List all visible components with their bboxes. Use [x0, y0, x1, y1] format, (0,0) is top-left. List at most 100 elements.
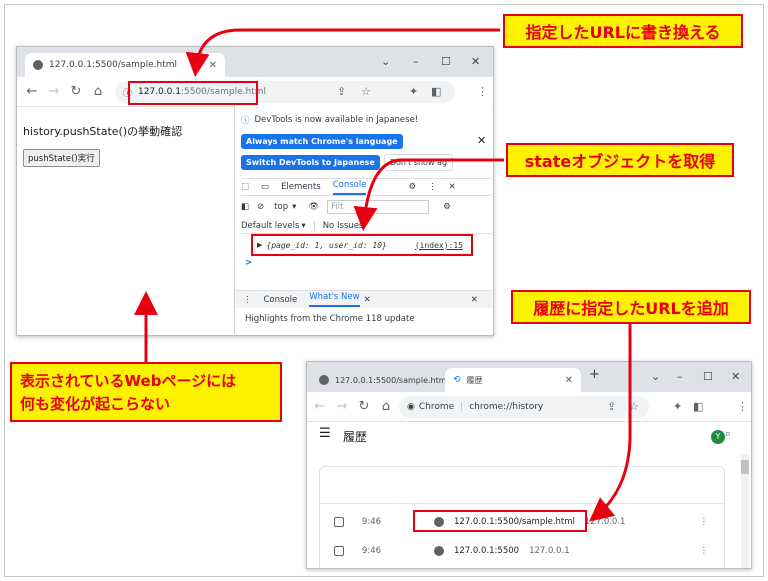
- info-icon: ⓘ: [241, 116, 250, 126]
- home-icon[interactable]: ⌂: [375, 399, 397, 414]
- history-card-header: [319, 503, 725, 504]
- devtools-info-bar: ⓘ DevTools is now available in Japanese!: [241, 114, 492, 126]
- inspect-icon[interactable]: ⬚: [241, 182, 249, 192]
- callout-no-change: 表示されているWebページには 何も変化が起こらない: [10, 362, 282, 422]
- scrollbar-thumb[interactable]: [741, 460, 749, 474]
- maximize-icon[interactable]: ☐: [441, 55, 451, 68]
- chevron-down-icon[interactable]: ▾: [292, 202, 296, 212]
- star-icon[interactable]: ☆: [629, 400, 639, 413]
- match-language-button[interactable]: Always match Chrome's language: [241, 134, 403, 149]
- drawer-menu-icon[interactable]: ⋮: [243, 295, 252, 305]
- close-window-icon[interactable]: ✕: [731, 370, 740, 383]
- omni-label: Chrome: [418, 402, 455, 412]
- maximize-icon[interactable]: ☐: [703, 370, 713, 383]
- console-prompt[interactable]: >: [245, 258, 492, 268]
- page-heading: history.pushState()の挙動確認: [23, 125, 183, 138]
- tab-strip: 127.0.0.1:5500/sample.html ✕ ⌄ – ☐ ✕: [17, 47, 493, 77]
- close-window-icon[interactable]: ✕: [471, 55, 480, 68]
- drawer-content: Highlights from the Chrome 118 update: [245, 314, 415, 324]
- filter-input[interactable]: Filt: [327, 200, 430, 214]
- row-menu-icon[interactable]: ⋮: [700, 517, 709, 527]
- switch-language-button[interactable]: Switch DevTools to Japanese: [241, 155, 380, 170]
- highlight-history-row: [413, 510, 587, 532]
- device-icon[interactable]: ▭: [261, 182, 269, 192]
- tab-title: 127.0.0.1:5500/sample.html: [335, 375, 449, 385]
- kebab-menu-icon[interactable]: ⋮: [428, 182, 437, 192]
- row-checkbox[interactable]: [334, 546, 344, 556]
- sidepanel-icon[interactable]: ◧: [693, 400, 703, 413]
- share-icon[interactable]: ⇪: [607, 400, 616, 413]
- scrollbar[interactable]: [741, 454, 749, 568]
- star-icon[interactable]: ☆: [361, 85, 371, 98]
- settings-icon[interactable]: ⚙: [443, 202, 451, 212]
- devtools-tabs: ⬚ ▭ Elements Console ⚙ ⋮ ✕: [241, 178, 492, 196]
- new-tab-icon[interactable]: +: [589, 367, 600, 382]
- avatar[interactable]: Y: [711, 430, 725, 444]
- close-icon[interactable]: ✕: [449, 182, 456, 192]
- close-icon[interactable]: ✕: [364, 295, 371, 305]
- drawer-tabs: ⋮ Console What's New ✕ ✕: [235, 290, 492, 308]
- history-icon: ⟲: [453, 375, 461, 385]
- chevron-down-icon[interactable]: ▾: [301, 221, 305, 231]
- row-time: 9:46: [362, 517, 382, 527]
- callout-text-line1: 表示されているWebページには: [20, 372, 237, 390]
- tab-close-icon[interactable]: ✕: [209, 60, 217, 71]
- row-menu-icon[interactable]: ⋮: [700, 546, 709, 556]
- search-icon[interactable]: ⌕: [725, 427, 731, 441]
- home-icon[interactable]: ⌂: [87, 84, 109, 99]
- arrow-left-icon[interactable]: ←: [309, 399, 331, 414]
- row-title[interactable]: 127.0.0.1:5500: [454, 546, 519, 556]
- extension-icon[interactable]: ✦: [409, 85, 418, 98]
- sidepanel-icon[interactable]: ◧: [431, 85, 441, 98]
- clear-console-icon[interactable]: ⊘: [257, 202, 264, 212]
- tab-title: 履歴: [466, 375, 483, 385]
- globe-icon: [434, 546, 444, 556]
- tab-close-icon[interactable]: ✕: [565, 375, 573, 386]
- callout-url-rewrite: 指定したURLに書き換える: [503, 14, 743, 48]
- close-icon[interactable]: ✕: [477, 134, 486, 147]
- tab-search-icon[interactable]: ⌄: [651, 370, 660, 383]
- drawer-tab-console[interactable]: Console: [264, 295, 298, 305]
- chrome-logo-icon: ◉: [407, 402, 415, 412]
- issues-count[interactable]: No Issues: [313, 220, 363, 231]
- close-drawer-icon[interactable]: ✕: [471, 295, 478, 305]
- drawer-tab-whatsnew[interactable]: What's New: [309, 292, 360, 307]
- arrow-right-icon[interactable]: →: [43, 84, 65, 99]
- tab-sample[interactable]: 127.0.0.1:5500/sample.html ✕: [311, 368, 457, 392]
- kebab-menu-icon[interactable]: ⋮: [737, 400, 748, 413]
- pushstate-button[interactable]: pushState()実行: [23, 149, 100, 167]
- highlight-url: [128, 81, 258, 105]
- devtools-info-text: DevTools is now available in Japanese!: [254, 115, 419, 125]
- reload-icon[interactable]: ↻: [353, 399, 375, 414]
- tab-sample[interactable]: 127.0.0.1:5500/sample.html ✕: [25, 53, 225, 77]
- history-row[interactable]: 9:46 127.0.0.1:5500 127.0.0.1 ⋮: [330, 538, 714, 564]
- minimize-icon[interactable]: –: [677, 370, 683, 383]
- callout-history-add: 履歴に指定したURLを追加: [511, 290, 751, 324]
- tab-elements[interactable]: Elements: [281, 182, 321, 192]
- tab-history[interactable]: ⟲ 履歴 ✕: [445, 368, 581, 392]
- extension-icon[interactable]: ✦: [673, 400, 682, 413]
- sidebar-icon[interactable]: ◧: [241, 202, 249, 212]
- arrow-left-icon[interactable]: ←: [21, 84, 43, 99]
- reload-icon[interactable]: ↻: [65, 84, 87, 99]
- dont-show-button[interactable]: Don't show ag: [383, 154, 454, 171]
- eye-icon[interactable]: 👁: [308, 202, 319, 212]
- kebab-menu-icon[interactable]: ⋮: [477, 85, 488, 98]
- row-domain: 127.0.0.1: [529, 546, 570, 556]
- tab-title: 127.0.0.1:5500/sample.html: [49, 60, 177, 70]
- history-page-title: 履歴: [343, 430, 368, 444]
- hamburger-icon[interactable]: ☰: [319, 426, 331, 441]
- callout-text: 履歴に指定したURLを追加: [533, 299, 729, 318]
- row-domain: 127.0.0.1: [584, 517, 626, 527]
- tab-console[interactable]: Console: [332, 180, 367, 195]
- context-select[interactable]: top: [274, 202, 288, 212]
- tab-search-icon[interactable]: ⌄: [381, 55, 390, 68]
- arrow-right-icon[interactable]: →: [331, 399, 353, 414]
- row-checkbox[interactable]: [334, 517, 344, 527]
- levels-select[interactable]: Default levels: [241, 221, 299, 231]
- settings-icon[interactable]: ⚙: [408, 182, 416, 192]
- share-icon[interactable]: ⇪: [337, 85, 346, 98]
- levels-bar: Default levels ▾ No Issues: [241, 218, 492, 234]
- globe-icon: [33, 60, 43, 70]
- minimize-icon[interactable]: –: [413, 55, 419, 68]
